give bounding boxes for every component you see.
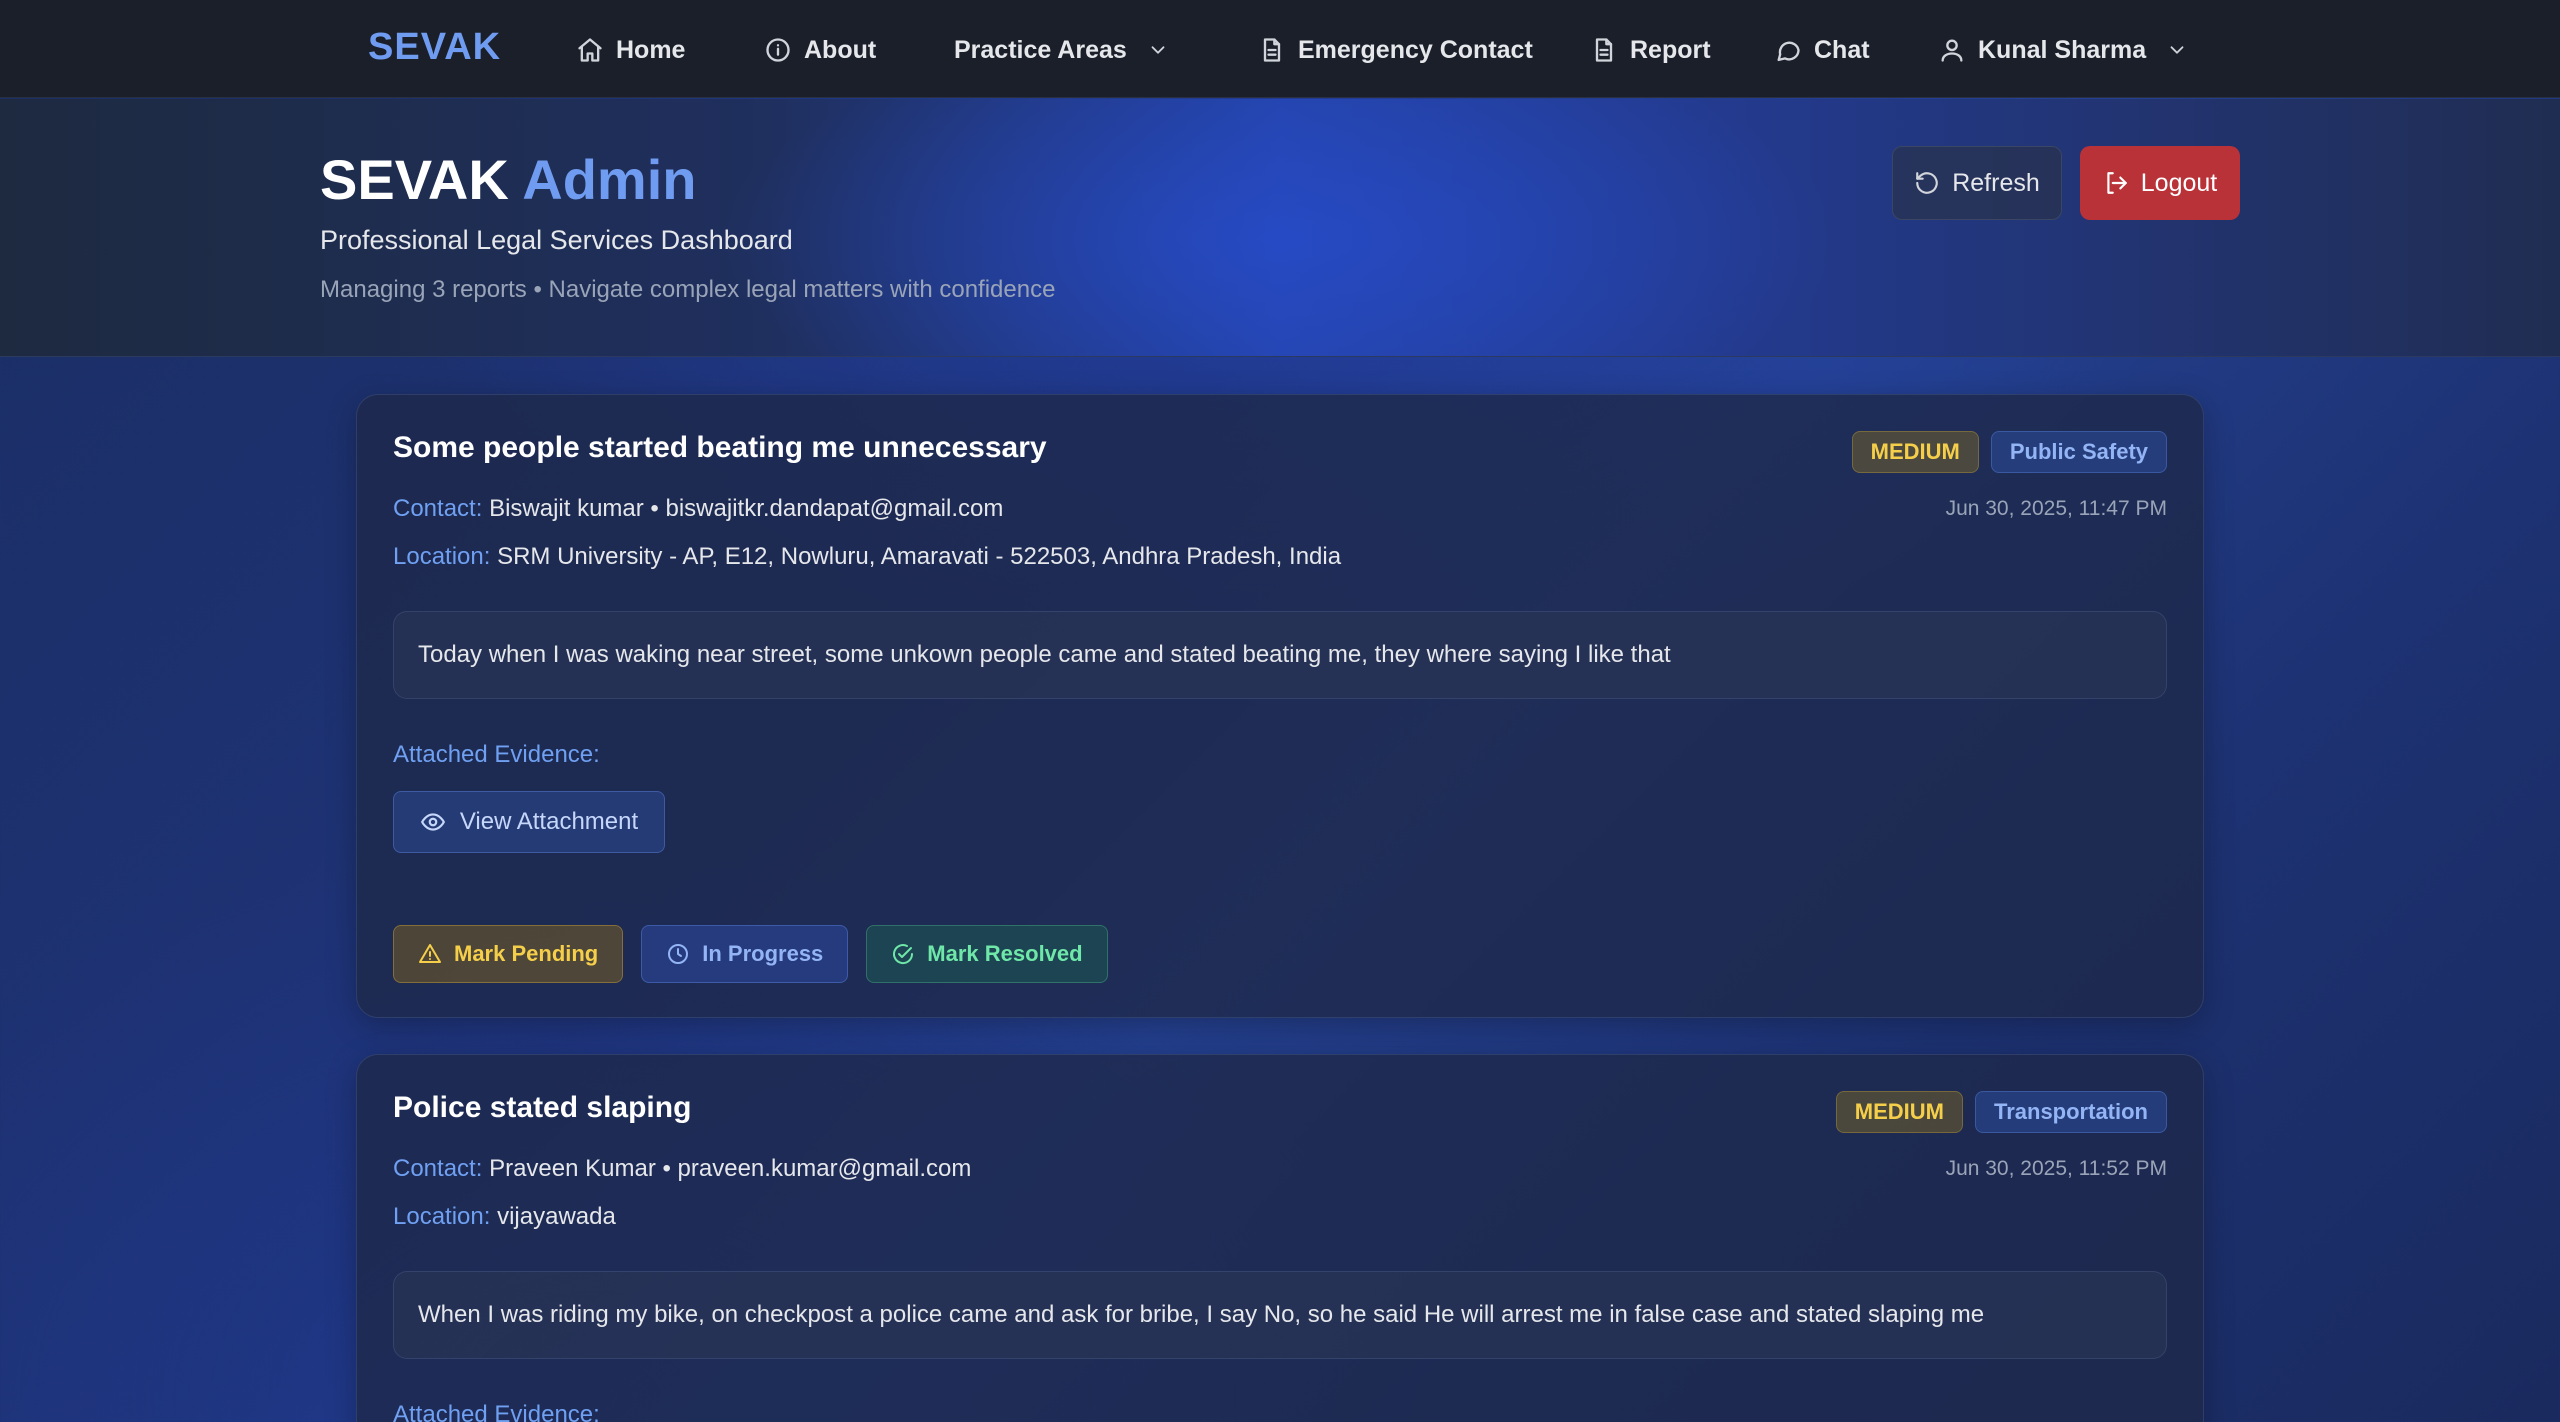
report-description: When I was riding my bike, on checkpost …	[393, 1271, 2167, 1359]
report-badges: MEDIUM Public Safety	[1851, 431, 2167, 473]
page-title: SEVAK Admin	[320, 147, 696, 212]
nav-report-label: Report	[1630, 35, 1711, 64]
info-icon	[766, 38, 790, 62]
report-badges: MEDIUM Transportation	[1835, 1091, 2167, 1133]
category-badge: Transportation	[1974, 1091, 2167, 1133]
report-location: Location: SRM University - AP, E12, Nowl…	[393, 543, 1341, 571]
priority-badge: MEDIUM	[1835, 1091, 1963, 1133]
contact-value: Praveen Kumar • praveen.kumar@gmail.com	[489, 1155, 972, 1182]
mark-resolved-label: Mark Resolved	[927, 941, 1083, 966]
report-date: Jun 30, 2025, 11:47 PM	[1945, 497, 2167, 520]
nav-emergency-contact-label: Emergency Contact	[1298, 35, 1533, 64]
logout-button[interactable]: Logout	[2080, 146, 2240, 220]
location-value: SRM University - AP, E12, Nowluru, Amara…	[497, 543, 1342, 570]
report-card: Police stated slaping MEDIUM Transportat…	[356, 1054, 2204, 1422]
chevron-down-icon	[1151, 46, 1165, 54]
logout-label: Logout	[2140, 168, 2218, 197]
report-contact: Contact: Praveen Kumar • praveen.kumar@g…	[393, 1155, 971, 1183]
report-title: Police stated slaping	[393, 1091, 692, 1124]
chat-bubble-icon	[1777, 41, 1800, 62]
view-attachment-button[interactable]: View Attachment	[393, 791, 665, 853]
dashboard-header: SEVAK Admin Professional Legal Services …	[0, 99, 2560, 357]
logout-icon	[2107, 172, 2127, 194]
report-location: Location: vijayawada	[393, 1203, 616, 1231]
nav-about-label: About	[804, 35, 877, 64]
nav-about[interactable]: About	[764, 30, 876, 70]
contact-value: Biswajit kumar • biswajitkr.dandapat@gma…	[489, 495, 1004, 522]
nav-user-menu[interactable]: Kunal Sharma	[1938, 30, 2188, 70]
nav-home[interactable]: Home	[576, 30, 685, 70]
report-title: Some people started beating me unnecessa…	[393, 431, 1047, 464]
document-icon	[1263, 38, 1281, 62]
clock-icon	[668, 944, 689, 964]
refresh-button[interactable]: Refresh	[1892, 146, 2062, 220]
page-title-main: SEVAK	[320, 148, 509, 211]
view-attachment-label: View Attachment	[459, 808, 639, 835]
report-contact: Contact: Biswajit kumar • biswajitkr.dan…	[393, 495, 1003, 523]
refresh-icon	[1916, 172, 1939, 194]
page-title-accent: Admin	[522, 148, 697, 211]
in-progress-button[interactable]: In Progress	[641, 925, 849, 983]
chevron-down-icon	[2170, 46, 2184, 54]
report-date: Jun 30, 2025, 11:52 PM	[1945, 1157, 2167, 1180]
status-actions: Mark Pending In Progress Mark Resolved	[393, 925, 1108, 983]
contact-label: Contact:	[393, 495, 483, 522]
home-icon	[578, 38, 602, 62]
nav-report[interactable]: Report	[1590, 30, 1711, 70]
warning-triangle-icon	[419, 944, 441, 963]
document-icon	[1595, 38, 1613, 62]
nav-home-label: Home	[616, 35, 686, 64]
top-navbar: SEVAK Home About Practice Areas Emergenc…	[0, 0, 2560, 98]
nav-user-name: Kunal Sharma	[1978, 35, 2147, 64]
report-card: Some people started beating me unnecessa…	[356, 394, 2204, 1018]
check-circle-icon	[893, 944, 914, 965]
mark-pending-button[interactable]: Mark Pending	[393, 925, 624, 983]
nav-emergency-contact[interactable]: Emergency Contact	[1258, 30, 1533, 70]
refresh-label: Refresh	[1952, 168, 2040, 197]
nav-chat-label: Chat	[1814, 35, 1870, 64]
reports-summary: Managing 3 reports • Navigate complex le…	[320, 276, 1056, 303]
priority-badge: MEDIUM	[1851, 431, 1979, 473]
evidence-label: Attached Evidence:	[393, 1401, 600, 1422]
category-badge: Public Safety	[1990, 431, 2167, 473]
report-description: Today when I was waking near street, som…	[393, 611, 2167, 699]
mark-pending-label: Mark Pending	[454, 941, 599, 966]
location-value: vijayawada	[497, 1203, 616, 1230]
brand-logo[interactable]: SEVAK	[368, 26, 501, 69]
in-progress-label: In Progress	[702, 941, 824, 966]
eye-icon	[420, 813, 445, 831]
nav-chat[interactable]: Chat	[1774, 30, 1870, 70]
location-label: Location:	[393, 543, 491, 570]
nav-practice-areas[interactable]: Practice Areas	[954, 30, 1169, 70]
location-label: Location:	[393, 1203, 491, 1230]
nav-practice-areas-label: Practice Areas	[954, 35, 1127, 64]
page-subtitle: Professional Legal Services Dashboard	[320, 225, 793, 255]
mark-resolved-button[interactable]: Mark Resolved	[866, 925, 1108, 983]
contact-label: Contact:	[393, 1155, 483, 1182]
evidence-label: Attached Evidence:	[393, 741, 600, 768]
user-icon	[1941, 39, 1963, 62]
